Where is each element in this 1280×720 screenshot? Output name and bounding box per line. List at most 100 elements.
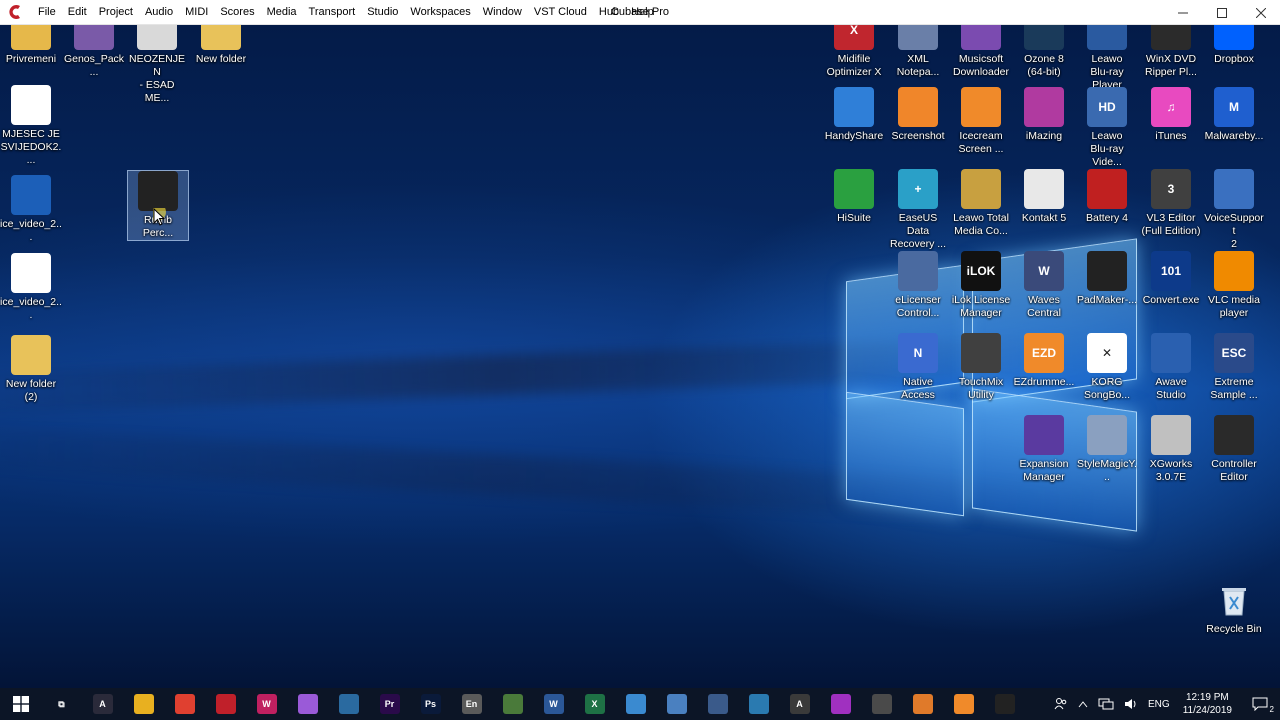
- desktop[interactable]: Privremeni Genos_Pack... NEOZENJEN - ESAD …: [0, 25, 1280, 688]
- menu-window[interactable]: Window: [477, 0, 528, 25]
- language-indicator[interactable]: ENG: [1143, 699, 1175, 710]
- desktop-icon-leawo-total-media-co[interactable]: Leawo Total Media Co...: [950, 169, 1012, 238]
- action-center-button[interactable]: 2: [1240, 697, 1280, 714]
- desktop-icon-convert-exe[interactable]: 101 Convert.exe: [1140, 251, 1202, 307]
- desktop-icon-korg-songbo[interactable]: ✕ KORG SongBo...: [1076, 333, 1138, 402]
- taskbar-app-tool-button[interactable]: [656, 688, 697, 720]
- start-button[interactable]: [0, 688, 41, 720]
- desktop-icon-label: Ozone 8 (64-bit): [1024, 53, 1064, 78]
- desktop-icon-ice-video-2[interactable]: ice_video_2...: [0, 175, 62, 244]
- desktop-icon-hisuite[interactable]: HiSuite: [823, 169, 885, 225]
- clock[interactable]: 12:19 PM 11/24/2019: [1175, 691, 1240, 717]
- desktop-icon-voicesupport-2[interactable]: VoiceSupport 2: [1203, 169, 1265, 251]
- taskbar-wavelab-button[interactable]: W: [246, 688, 287, 720]
- taskbar-app-car-button[interactable]: [861, 688, 902, 720]
- menu-audio[interactable]: Audio: [139, 0, 179, 25]
- desktop-icon-easeus-data-recovery[interactable]: + EaseUS Data Recovery ...: [887, 169, 949, 251]
- desktop-icon-elicenser-control[interactable]: eLicenser Control...: [887, 251, 949, 320]
- cubase-logo-icon[interactable]: [6, 2, 26, 22]
- desktop-icon-leawo-blu-ray-player[interactable]: Leawo Blu-ray Player: [1076, 25, 1138, 92]
- menu-hub[interactable]: Hub: [593, 0, 625, 25]
- desktop-icon-vl3-editor-full-edition[interactable]: 3 VL3 Editor (Full Edition): [1140, 169, 1202, 238]
- show-hidden-icons-chevron-up-icon[interactable]: [1073, 700, 1093, 708]
- menu-studio[interactable]: Studio: [361, 0, 404, 25]
- desktop-icon-privremeni[interactable]: Privremeni: [0, 25, 62, 66]
- volume-icon[interactable]: [1119, 698, 1143, 710]
- taskbar-app-orange2-button[interactable]: [943, 688, 984, 720]
- menu-media[interactable]: Media: [261, 0, 303, 25]
- desktop-icon-waves-central[interactable]: W Waves Central: [1013, 251, 1075, 320]
- desktop-icon-rumb-perc[interactable]: Rumb Perc...: [127, 170, 189, 241]
- taskbar-photoshop-button[interactable]: Ps: [410, 688, 451, 720]
- taskbar-app-orange1-button[interactable]: [902, 688, 943, 720]
- desktop-icon-midifile-optimizer-x[interactable]: X Midifile Optimizer X: [823, 25, 885, 79]
- maximize-button[interactable]: [1202, 0, 1241, 25]
- taskbar-app-green-button[interactable]: [492, 688, 533, 720]
- desktop-icon-controller-editor[interactable]: Controller Editor: [1203, 415, 1265, 484]
- desktop-icon-winx-dvd-ripper-pl[interactable]: WinX DVD Ripper Pl...: [1140, 25, 1202, 79]
- desktop-icon-ice-video-2[interactable]: ice_video_2...: [0, 253, 62, 322]
- close-button[interactable]: [1241, 0, 1280, 25]
- desktop-icon-dropbox[interactable]: Dropbox: [1203, 25, 1265, 66]
- desktop-icon-stylemagicy[interactable]: StyleMagicY...: [1076, 415, 1138, 484]
- minimize-button[interactable]: [1163, 0, 1202, 25]
- taskbar-file-explorer-button[interactable]: [123, 688, 164, 720]
- taskbar-encore-button[interactable]: En: [451, 688, 492, 720]
- recycle-bin-icon-item[interactable]: Recycle Bin: [1203, 580, 1265, 636]
- desktop-icon-new-folder[interactable]: New folder: [190, 25, 252, 66]
- network-icon[interactable]: [1093, 698, 1119, 710]
- desktop-icon-itunes[interactable]: ♫ iTunes: [1140, 87, 1202, 143]
- desktop-icon-ozone-8-64-bit[interactable]: Ozone 8 (64-bit): [1013, 25, 1075, 79]
- menu-edit[interactable]: Edit: [62, 0, 93, 25]
- taskbar-premiere-button[interactable]: Pr: [369, 688, 410, 720]
- desktop-icon-new-folder-2[interactable]: New folder (2): [0, 335, 62, 404]
- taskbar-app-screen-button[interactable]: [738, 688, 779, 720]
- desktop-icon-awave-studio[interactable]: Awave Studio: [1140, 333, 1202, 402]
- taskbar-avid-button[interactable]: A: [82, 688, 123, 720]
- desktop-icon-label: iMazing: [1025, 130, 1063, 142]
- taskbar-helper-button[interactable]: [328, 688, 369, 720]
- desktop-icon-handyshare[interactable]: HandyShare: [823, 87, 885, 143]
- desktop-icon-battery-4[interactable]: Battery 4: [1076, 169, 1138, 225]
- menu-transport[interactable]: Transport: [303, 0, 362, 25]
- taskbar-cubase-button[interactable]: [205, 688, 246, 720]
- desktop-icon-musicsoft-downloader[interactable]: Musicsoft Downloader: [950, 25, 1012, 79]
- taskbar-word-button[interactable]: W: [533, 688, 574, 720]
- taskbar-app-bars-button[interactable]: [820, 688, 861, 720]
- desktop-icon-padmaker[interactable]: PadMaker-...: [1076, 251, 1138, 307]
- desktop-icon-kontakt-5[interactable]: Kontakt 5: [1013, 169, 1075, 225]
- desktop-icon-ilok-license-manager[interactable]: iLOK iLok License Manager: [950, 251, 1012, 320]
- taskbar-app-globe-button[interactable]: [615, 688, 656, 720]
- menu-vst-cloud[interactable]: VST Cloud: [528, 0, 593, 25]
- taskbar-app-pad-button[interactable]: [984, 688, 1025, 720]
- desktop-icon-native-access[interactable]: N Native Access: [887, 333, 949, 402]
- desktop-icon-screenshot[interactable]: Screenshot: [887, 87, 949, 143]
- desktop-icon-xgworks-3-0-7e[interactable]: XGworks 3.0.7E: [1140, 415, 1202, 484]
- menu-midi[interactable]: MIDI: [179, 0, 214, 25]
- taskbar-app-pen-button[interactable]: [697, 688, 738, 720]
- desktop-icon-extreme-sample[interactable]: ESC Extreme Sample ...: [1203, 333, 1265, 402]
- menu-workspaces[interactable]: Workspaces: [404, 0, 476, 25]
- desktop-icon-genos-pack[interactable]: Genos_Pack...: [63, 25, 125, 79]
- desktop-icon-malwareby[interactable]: M Malwareby...: [1203, 87, 1265, 143]
- menu-file[interactable]: File: [32, 0, 62, 25]
- desktop-icon-icecream-screen[interactable]: Icecream Screen ...: [950, 87, 1012, 156]
- desktop-icon-imazing[interactable]: iMazing: [1013, 87, 1075, 143]
- desktop-icon-ezdrumme[interactable]: EZD EZdrumme...: [1013, 333, 1075, 389]
- taskbar-app-a-button[interactable]: A: [779, 688, 820, 720]
- desktop-icon-touchmix-utility[interactable]: TouchMix Utility: [950, 333, 1012, 402]
- desktop-icon-vlc-media-player[interactable]: VLC media player: [1203, 251, 1265, 320]
- taskbar-task-view-button[interactable]: ⧉: [41, 688, 82, 720]
- menu-scores[interactable]: Scores: [214, 0, 260, 25]
- desktop-icon-expansion-manager[interactable]: Expansion Manager: [1013, 415, 1075, 484]
- taskbar-chrome-button[interactable]: [164, 688, 205, 720]
- taskbar-mixer-button[interactable]: [287, 688, 328, 720]
- desktop-icon-xml-notepa[interactable]: XML Notepa...: [887, 25, 949, 79]
- desktop-icon-leawo-blu-ray-vide[interactable]: HD Leawo Blu-ray Vide...: [1076, 87, 1138, 169]
- desktop-icon-neozenjen-esad-me[interactable]: NEOZENJEN - ESAD ME...: [126, 25, 188, 105]
- people-icon[interactable]: [1049, 697, 1073, 711]
- desktop-icon-mjesec-je-svijedok2[interactable]: MJESEC JE SVIJEDOK2....: [0, 85, 62, 167]
- taskbar-excel-button[interactable]: X: [574, 688, 615, 720]
- menu-help[interactable]: Help: [625, 0, 660, 25]
- menu-project[interactable]: Project: [93, 0, 139, 25]
